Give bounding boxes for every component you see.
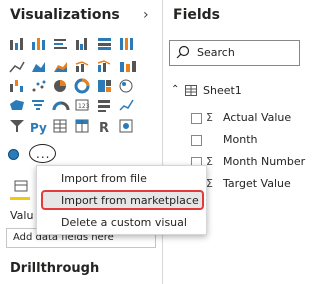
map-icon (119, 79, 133, 93)
fields-pane: Fields Search ⌃ Sheet1 Σ Actual Value Mo… (163, 0, 305, 284)
funnel-chart-icon (32, 100, 44, 110)
stacked-bar-chart-icon (10, 38, 23, 50)
line-stacked-column-chart-icon (97, 60, 111, 72)
menu-item-import-from-marketplace[interactable]: Import from marketplace (37, 190, 208, 212)
search-input[interactable]: Search (169, 40, 300, 66)
pie-chart-icon (54, 80, 66, 92)
kpi-icon (119, 99, 134, 111)
fields-tab-icon[interactable] (14, 180, 28, 192)
clustered-bar-chart-icon (54, 39, 67, 49)
visual-types-grid: 123 Py R (9, 38, 136, 136)
menu-item-delete-custom-visual[interactable]: Delete a custom visual (37, 212, 208, 234)
collapse-chevron-icon[interactable]: › (143, 7, 149, 23)
multi-row-card-icon (98, 100, 110, 112)
treemap-icon (98, 80, 111, 92)
r-script-visual-icon: R (99, 121, 109, 136)
sigma-icon: Σ (206, 111, 213, 124)
card-icon: 123 (75, 99, 90, 111)
arcgis-map-icon (119, 119, 133, 133)
more-visuals-button[interactable]: ... (29, 144, 56, 163)
slicer-icon (10, 120, 24, 132)
area-chart-icon (32, 62, 45, 72)
stacked-area-chart-icon (54, 62, 67, 72)
drillthrough-title: Drillthrough (10, 261, 100, 276)
search-placeholder: Search (197, 46, 235, 59)
visualizations-title: Visualizations (10, 7, 120, 23)
line-chart-icon (9, 61, 25, 73)
menu-item-import-from-file[interactable]: Import from file (37, 168, 208, 190)
matrix-icon (75, 119, 89, 133)
active-tab-indicator (10, 197, 30, 200)
visualizations-pane: Visualizations › 123 Py R ... Valu Add d… (0, 0, 162, 284)
filled-map-icon (10, 100, 24, 110)
globe-icon[interactable] (8, 149, 19, 160)
line-column-chart-icon (75, 61, 89, 72)
100-bar-chart-icon (98, 38, 111, 50)
sigma-icon: Σ (206, 155, 213, 168)
svg-text:123: 123 (78, 103, 90, 110)
python-visual-icon: Py (30, 121, 47, 135)
field-label[interactable]: Month (223, 133, 257, 146)
values-label: Valu (10, 209, 34, 222)
scatter-chart-icon (32, 80, 46, 92)
field-checkbox[interactable] (191, 135, 202, 146)
field-label[interactable]: Actual Value (223, 111, 291, 124)
ribbon-chart-icon (120, 61, 136, 72)
donut-chart-icon (74, 78, 90, 94)
field-label[interactable]: Month Number (223, 155, 305, 168)
table-icon (185, 85, 197, 96)
fields-title: Fields (173, 7, 221, 23)
collapse-chevron-icon[interactable]: ⌃ (171, 84, 179, 95)
search-icon (176, 45, 190, 59)
table-icon (53, 119, 67, 133)
waterfall-chart-icon (10, 80, 23, 92)
field-label[interactable]: Target Value (223, 177, 291, 190)
stacked-column-chart-icon (32, 38, 45, 50)
table-name: Sheet1 (203, 84, 242, 97)
gauge-chart-icon (52, 101, 70, 111)
field-checkbox[interactable] (191, 113, 202, 124)
100-column-chart-icon (120, 38, 133, 50)
clustered-column-chart-icon (76, 38, 87, 50)
more-visuals-context-menu: Import from file Import from marketplace… (36, 165, 207, 235)
more-dots-label: ... (36, 147, 51, 161)
